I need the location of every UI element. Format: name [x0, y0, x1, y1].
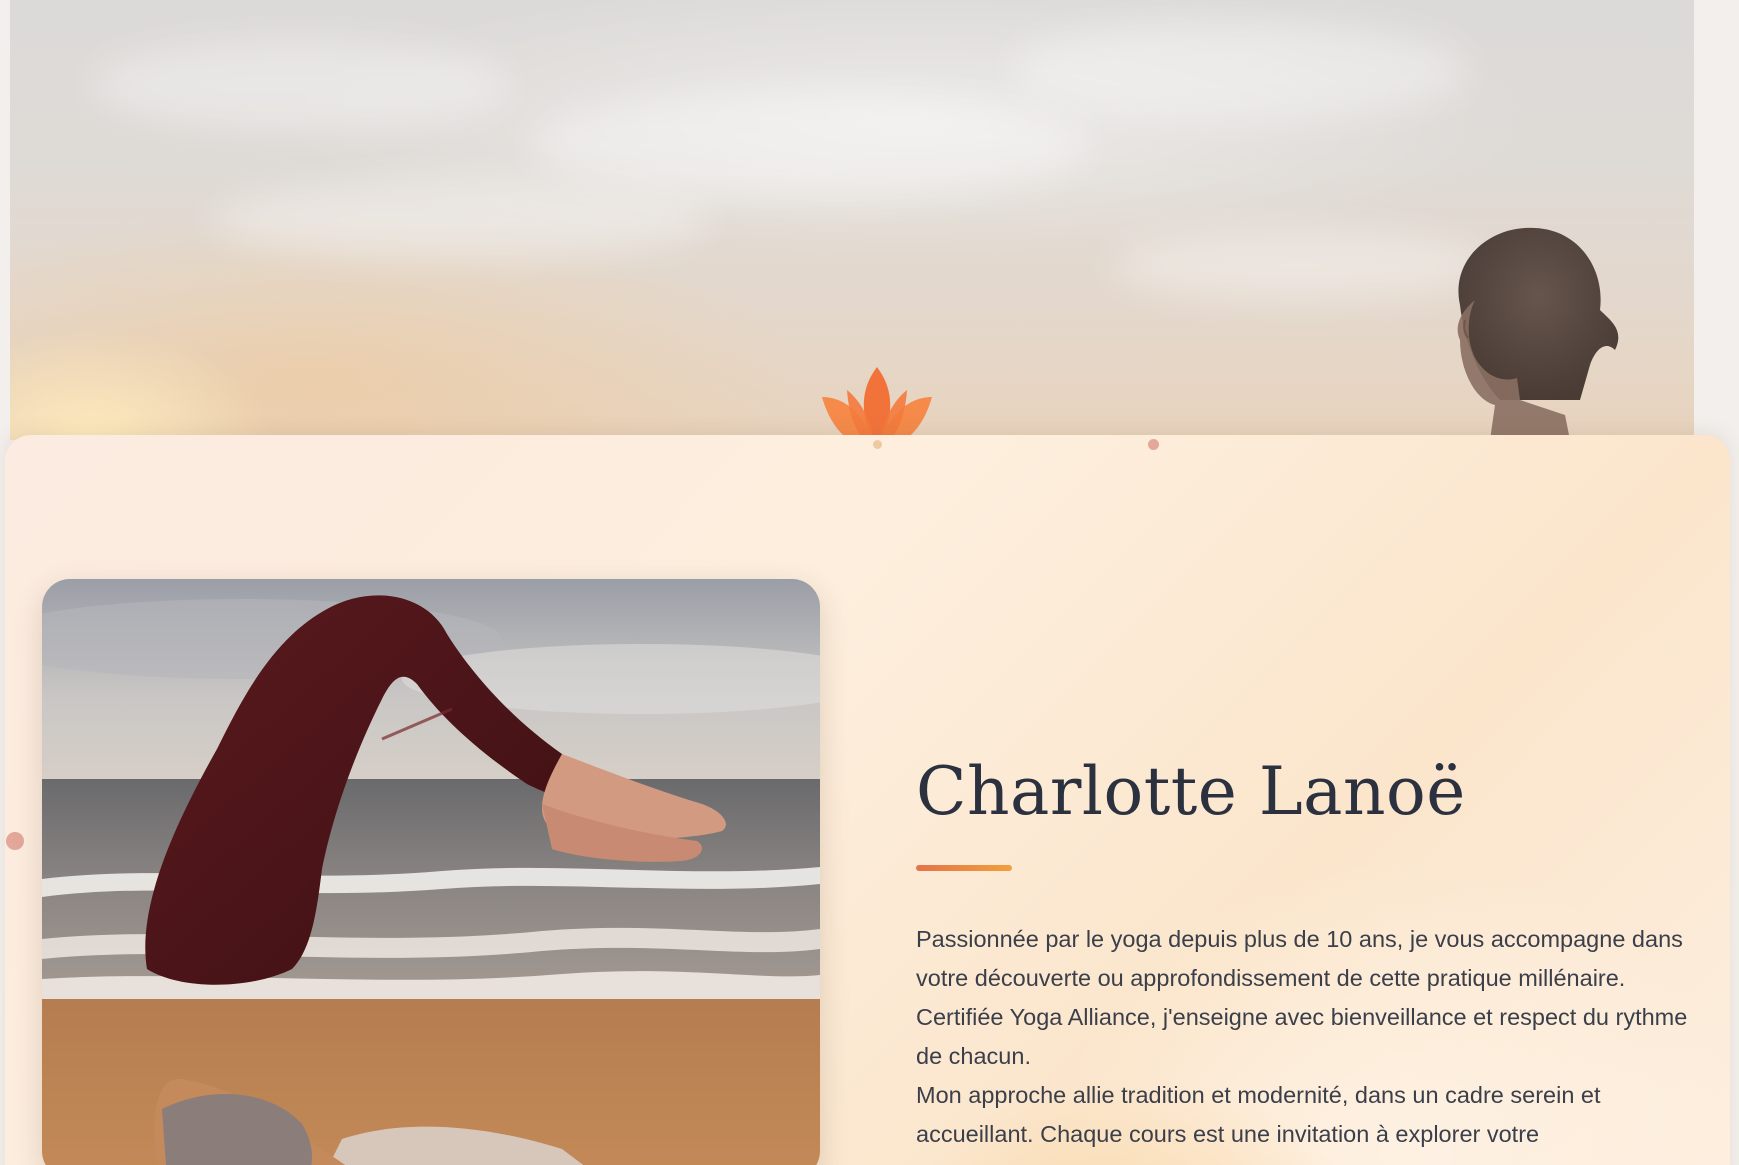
- hero-cloud: [530, 90, 1090, 200]
- hero-cloud: [90, 40, 510, 130]
- decorative-dot: [1148, 439, 1159, 450]
- heading-underline: [916, 865, 1012, 871]
- instructor-bio: Passionnée par le yoga depuis plus de 10…: [916, 920, 1696, 1154]
- hero-cloud: [210, 180, 710, 260]
- yoga-pose-photo: [42, 579, 820, 1165]
- hero-cloud: [1010, 20, 1470, 120]
- instructor-name: Charlotte Lanoë: [916, 753, 1466, 830]
- hero-section: [10, 0, 1694, 440]
- bio-paragraph-2: Mon approche allie tradition et modernit…: [916, 1082, 1601, 1147]
- decorative-dot: [6, 832, 24, 850]
- bio-paragraph-1: Passionnée par le yoga depuis plus de 10…: [916, 926, 1688, 1069]
- about-section: Charlotte Lanoë Passionnée par le yoga d…: [5, 435, 1730, 1165]
- lotus-icon: [822, 367, 932, 440]
- page: Charlotte Lanoë Passionnée par le yoga d…: [0, 0, 1739, 1165]
- hero-woman-silhouette: [1457, 227, 1619, 440]
- decorative-dot: [873, 440, 882, 449]
